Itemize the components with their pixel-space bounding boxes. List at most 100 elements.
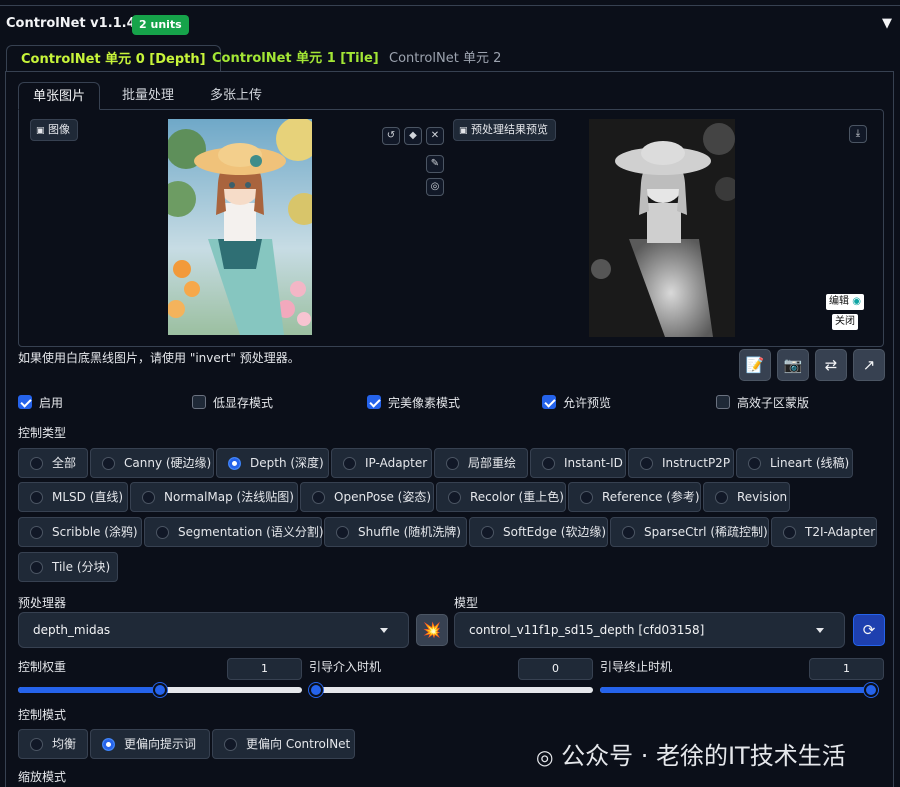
slider-handle[interactable] [309,683,323,697]
control-type-option[interactable]: MLSD (直线) [18,482,128,512]
control-type-option[interactable]: 全部 [18,448,88,478]
control-weight-input[interactable]: 1 [227,658,302,680]
enable-checkbox[interactable] [18,395,32,409]
palette-icon[interactable]: ◎ [426,178,444,196]
control-type-option[interactable]: Depth (深度) [216,448,329,478]
notepad-icon[interactable]: 📝 [739,349,771,381]
control-type-option[interactable]: NormalMap (法线贴图) [130,482,298,512]
tab-multi-upload[interactable]: 多张上传 [196,82,276,110]
reset-icon[interactable]: ↺ [382,127,400,145]
slider-fill [600,687,878,693]
guidance-start-slider[interactable] [309,683,593,697]
radio-dot [343,457,356,470]
guidance-start-input[interactable]: 0 [518,658,593,680]
pixel-perfect-checkbox[interactable] [367,395,381,409]
control-mode-option[interactable]: 均衡 [18,729,88,759]
guidance-end-label: 引导终止时机 [600,660,673,674]
run-preprocessor-icon[interactable]: 💥 [416,614,448,646]
control-type-option[interactable]: SoftEdge (软边缘) [469,517,608,547]
allow-preview-label: 允许预览 [563,396,612,410]
tab-unit-2[interactable]: ControlNet 单元 2 [375,45,515,73]
control-type-option[interactable]: Revision [703,482,790,512]
control-type-option[interactable]: OpenPose (姿态) [300,482,434,512]
chevron-down-icon [816,628,824,633]
enable-label: 启用 [39,396,64,410]
control-type-option[interactable]: InstructP2P [628,448,734,478]
control-mode-option[interactable]: 更偏向 ControlNet [212,729,355,759]
control-type-option[interactable]: Instant-ID [530,448,626,478]
control-type-option[interactable]: Lineart (线稿) [736,448,853,478]
refresh-models-icon[interactable]: ⟳ [853,614,885,646]
radio-dot [30,457,43,470]
eraser-icon[interactable]: ◆ [404,127,422,145]
depth-preview-art [589,119,735,337]
radio-dot [622,526,635,539]
guidance-end-slider[interactable] [600,683,878,697]
brush-icon[interactable]: ✎ [426,155,444,173]
triangle-down-icon[interactable]: ▼ [882,16,892,31]
control-type-option[interactable]: IP-Adapter [331,448,432,478]
effective-mask-checkbox[interactable] [716,395,730,409]
control-weight-label: 控制权重 [18,660,67,674]
radio-dot [542,457,555,470]
tab-unit-1[interactable]: ControlNet 单元 1 [Tile] [198,45,393,73]
preprocessor-label: 预处理器 [18,596,67,610]
image-label: ▣ 图像 [30,119,79,141]
wechat-icon: ◎ [536,745,554,769]
radio-dot [748,457,761,470]
radio-dot [448,491,461,504]
download-icon[interactable]: ⤓ [849,125,867,143]
radio-dot [30,738,43,751]
radio-dot [580,491,593,504]
radio-dot-selected [228,457,241,470]
control-type-option[interactable]: Reference (参考) [568,482,701,512]
radio-dot [336,526,349,539]
control-mode-option[interactable]: 更偏向提示词 [90,729,210,759]
depth-preview-image [589,119,735,337]
input-image-art [168,119,312,335]
tab-batch[interactable]: 批量处理 [108,82,188,110]
preprocessor-select[interactable]: depth_midas [18,612,409,648]
edit-button[interactable]: 编辑 ◉ [826,294,864,310]
control-type-option[interactable]: 局部重绘 [434,448,528,478]
camera-icon[interactable]: 📷 [777,349,809,381]
top-divider [0,5,900,6]
swap-icon[interactable]: ⇄ [815,349,847,381]
control-type-option[interactable]: SparseCtrl (稀疏控制) [610,517,769,547]
control-weight-slider[interactable] [18,683,302,697]
watermark: ◎ 公众号 · 老徐的IT技术生活 [536,742,846,770]
allow-preview-checkbox[interactable] [542,395,556,409]
slider-handle[interactable] [864,683,878,697]
radio-dot [30,561,43,574]
control-type-option[interactable]: Scribble (涂鸦) [18,517,142,547]
tab-single-image[interactable]: 单张图片 [18,82,101,110]
radio-dot [30,526,43,539]
radio-dot [312,491,325,504]
control-type-option[interactable]: Canny (硬边缘) [90,448,214,478]
control-type-option[interactable]: Tile (分块) [18,552,118,582]
effective-mask-label: 高效子区蒙版 [737,396,810,410]
radio-dot [481,526,494,539]
guidance-end-input[interactable]: 1 [809,658,884,680]
guidance-start-label: 引导介入时机 [309,660,382,674]
tab-unit-0[interactable]: ControlNet 单元 0 [Depth] [6,45,221,72]
radio-dot [30,491,43,504]
radio-dot [102,457,115,470]
resize-mode-label: 缩放模式 [18,770,67,784]
send-dimensions-icon[interactable]: ↗ [853,349,885,381]
radio-dot [224,738,237,751]
control-type-option[interactable]: Recolor (重上色) [436,482,566,512]
input-image[interactable] [168,119,312,335]
close-preview-button[interactable]: 关闭 [832,314,858,330]
close-icon[interactable]: ✕ [426,127,444,145]
low-vram-checkbox[interactable] [192,395,206,409]
slider-handle[interactable] [153,683,167,697]
control-type-option[interactable]: T2I-Adapter [771,517,877,547]
model-select[interactable]: control_v11f1p_sd15_depth [cfd03158] [454,612,845,648]
edit-icon: ◉ [852,296,861,307]
radio-dot [783,526,796,539]
image-icon: ▣ [459,126,468,136]
radio-dot [715,491,728,504]
control-type-option[interactable]: Shuffle (随机洗牌) [324,517,467,547]
control-type-option[interactable]: Segmentation (语义分割) [144,517,324,547]
